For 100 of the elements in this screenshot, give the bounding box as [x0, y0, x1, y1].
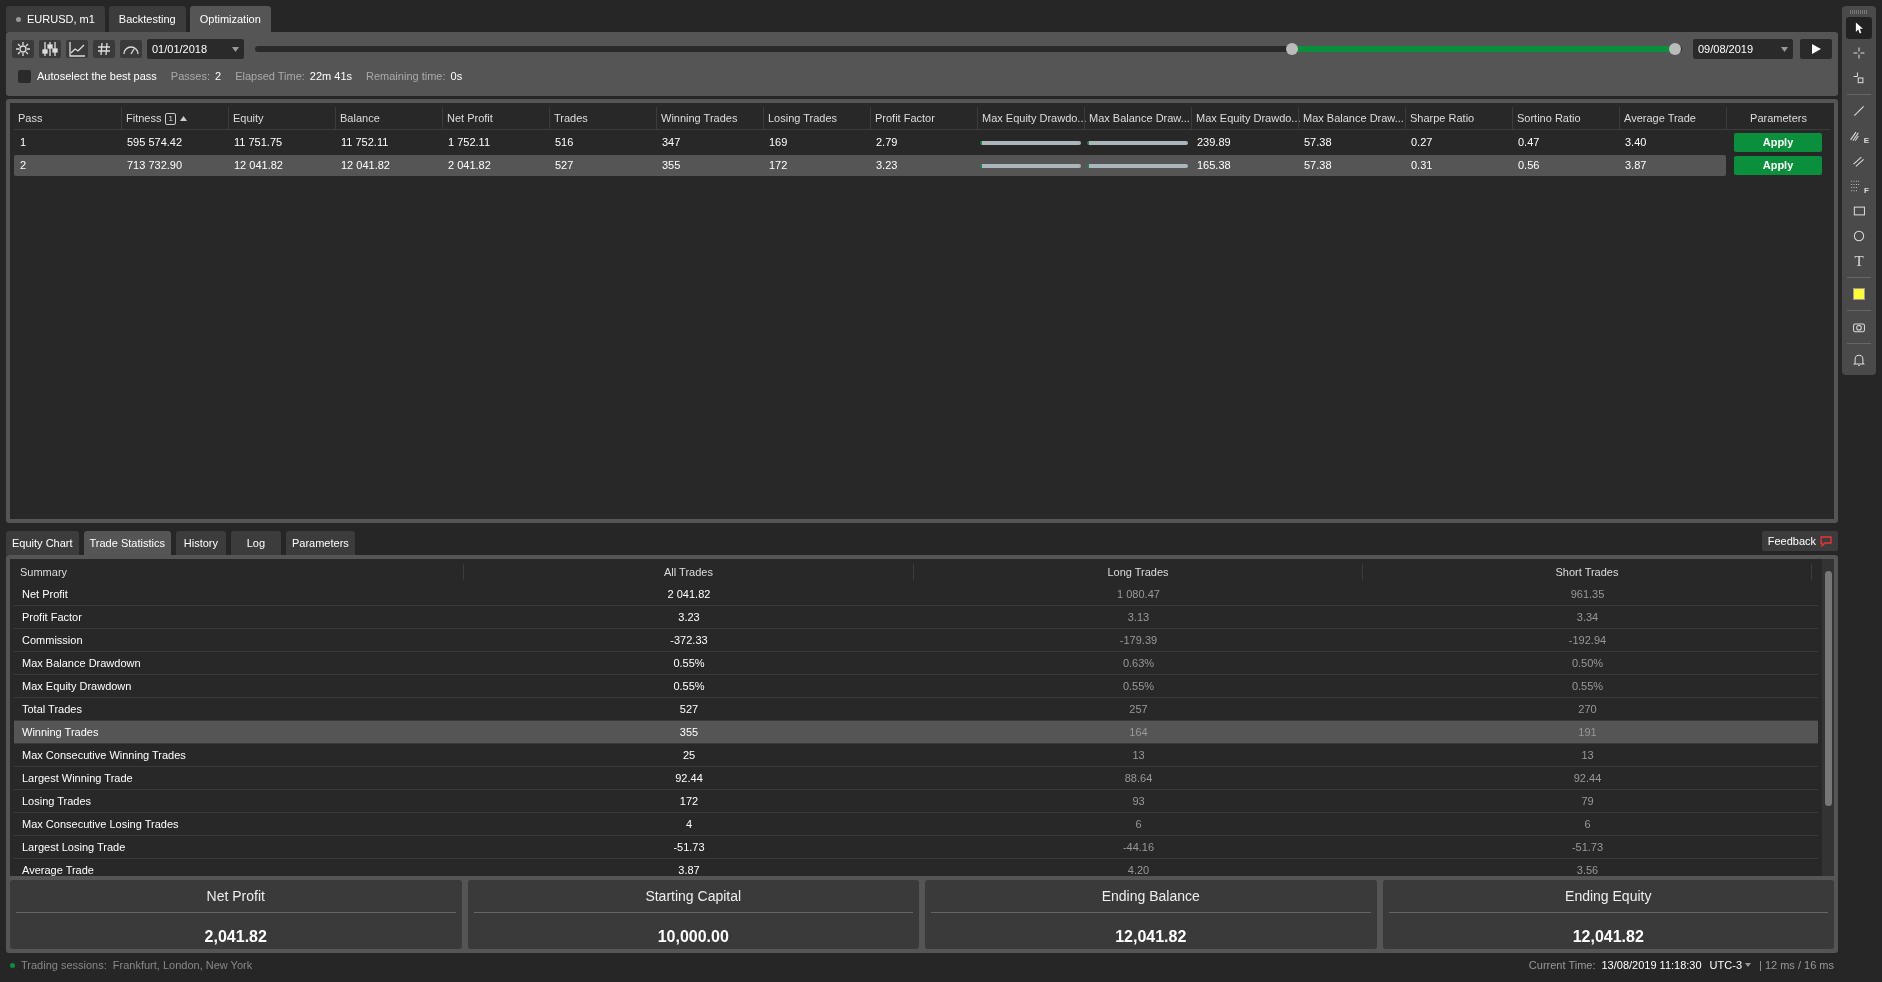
play-button[interactable] — [1800, 39, 1832, 59]
column-header[interactable]: Long Trades — [914, 564, 1363, 580]
table-cell-text: 3.87 — [677, 862, 701, 876]
column-header[interactable]: Max Equity Drawdo... — [982, 110, 1087, 127]
tool-glyph: E — [1863, 135, 1870, 147]
table-cell-text: 2 041.82 — [447, 158, 492, 174]
column-header[interactable]: Summary — [14, 564, 464, 580]
circle-icon — [1852, 229, 1866, 243]
table-row[interactable]: Commission -372.33 -179.39 -192.94 — [14, 629, 1818, 652]
table-row[interactable]: Max Consecutive Losing Trades 4 6 6 — [14, 813, 1818, 836]
table-cell-text: Largest Winning Trade — [21, 770, 134, 786]
tab[interactable]: Backtesting — [108, 6, 186, 32]
table-row[interactable]: Max Consecutive Winning Trades 25 13 13 — [14, 744, 1818, 767]
tool-button[interactable] — [1846, 17, 1872, 39]
column-header[interactable]: Balance — [340, 110, 380, 127]
table-cell-text: 164 — [1128, 724, 1149, 740]
table-row[interactable]: Losing Trades 172 93 79 — [14, 790, 1818, 813]
feedback-button[interactable]: Feedback — [1761, 531, 1838, 551]
column-header[interactable]: Sharpe Ratio — [1410, 110, 1475, 127]
date-value: 01/01/2018 — [152, 41, 208, 57]
table-cell-text: 1 — [19, 135, 28, 151]
column-header[interactable]: Profit Factor — [875, 110, 935, 127]
column-header[interactable]: All Trades — [464, 564, 914, 580]
card-value: 12,041.82 — [1115, 927, 1187, 947]
table-row[interactable]: Net Profit 2 041.82 1 080.47 961.35 — [14, 583, 1818, 606]
table-cell-text: Max Equity Drawdown — [21, 678, 133, 694]
table-cell-text: 355 — [661, 158, 682, 174]
slider-thumb[interactable] — [1668, 43, 1681, 55]
tab[interactable]: Equity Chart — [6, 531, 79, 555]
date-value: 09/08/2019 — [1698, 41, 1754, 57]
table-row[interactable]: Max Balance Drawdown 0.55% 0.63% 0.50% — [14, 652, 1818, 675]
slider-thumb[interactable] — [1286, 43, 1299, 55]
tab[interactable]: Log — [230, 531, 281, 555]
table-cell-text: 3.13 — [1126, 609, 1151, 625]
hash-icon — [95, 40, 113, 58]
range-track[interactable] — [255, 46, 1682, 52]
tool-button[interactable]: F — [1846, 175, 1872, 197]
table-row[interactable]: Max Equity Drawdown 0.55% 0.55% 0.55% — [14, 675, 1818, 698]
toolbar-button[interactable] — [12, 40, 34, 58]
status-label: Trading sessions: — [21, 957, 107, 973]
column-header[interactable]: Short Trades — [1363, 564, 1812, 580]
tab[interactable]: Parameters — [285, 531, 355, 555]
column-header[interactable]: Average Trade — [1624, 110, 1696, 127]
toolbar-button[interactable] — [93, 40, 115, 58]
column-header[interactable]: Parameters — [1726, 107, 1830, 130]
tab[interactable]: Optimization — [189, 6, 271, 32]
table-cell-text: 11 752.11 — [340, 135, 390, 151]
column-header[interactable]: Net Profit — [447, 110, 493, 127]
apply-button[interactable]: Apply — [1734, 156, 1822, 175]
table-cell-text: 165.38 — [1196, 158, 1232, 174]
card-title: Ending Equity — [1565, 887, 1652, 906]
date-field[interactable]: 09/08/2019 — [1693, 39, 1793, 59]
table-cell-text: 4 — [684, 816, 694, 832]
table-cell-text: 6 — [1134, 816, 1143, 832]
card-title: Net Profit — [206, 887, 265, 906]
column-header[interactable]: Max Equity Drawdo... — [1196, 110, 1301, 127]
toolbar-button[interactable] — [39, 40, 61, 58]
table-cell-text: 527 — [554, 158, 575, 174]
status-text: 13/08/2019 11:18:30 — [1601, 957, 1702, 973]
table-cell-text: 595 574.42 — [126, 135, 184, 151]
table-cell-text: 93 — [1131, 793, 1146, 809]
table-cell-text: 1 752.11 — [447, 135, 491, 151]
column-header[interactable]: Winning Trades — [661, 110, 738, 127]
table-cell-text: Max Balance Drawdown — [21, 655, 142, 671]
table-cell-text: 239.89 — [1196, 135, 1232, 151]
tool-button[interactable]: E — [1846, 125, 1872, 147]
table-row[interactable]: 1 595 574.42 11 751.75 11 752.11 1 752.11 516 347 169 2.79 239.89 57.38 0.27 0.47 3.40 — [14, 132, 1726, 153]
tab[interactable]: History — [175, 531, 226, 555]
table-cell-text: 3.23 — [875, 158, 899, 174]
caret-icon — [232, 46, 239, 52]
column-header[interactable]: Max Balance Draw... — [1089, 110, 1190, 127]
column-header[interactable]: Max Balance Draw... — [1303, 110, 1404, 127]
table-cell-text: 516 — [554, 135, 575, 151]
table-row[interactable]: Largest Winning Trade 92.44 88.64 92.44 — [14, 767, 1818, 790]
column-header[interactable]: Pass — [18, 110, 43, 127]
table-cell-text: -51.73 — [672, 839, 706, 855]
toolbar-button[interactable] — [120, 40, 142, 58]
column-header[interactable]: Equity — [233, 110, 264, 127]
tab[interactable]: EURUSD, m1 — [6, 6, 105, 32]
toolbar-button[interactable] — [66, 40, 88, 58]
checkbox[interactable] — [18, 69, 31, 83]
table-cell-text: Winning Trades — [21, 724, 100, 740]
timezone-selector[interactable]: UTC-3 — [1709, 956, 1751, 974]
column-header[interactable]: Trades — [554, 110, 588, 127]
table-row[interactable]: Winning Trades 355 164 191 — [14, 721, 1818, 744]
column-header[interactable]: Losing Trades — [768, 110, 838, 127]
scrollbar[interactable] — [1822, 559, 1834, 876]
tab[interactable]: Trade Statistics — [83, 531, 171, 555]
column-header[interactable]: Sortino Ratio — [1517, 110, 1581, 127]
date-field[interactable]: 01/01/2018 — [147, 39, 244, 59]
camera-icon — [1852, 320, 1866, 334]
table-cell-text: 3.87 — [1624, 158, 1648, 174]
table-cell-text: Largest Losing Trade — [21, 839, 127, 855]
table-row[interactable]: Profit Factor 3.23 3.13 3.34 — [14, 606, 1818, 629]
apply-button[interactable]: Apply — [1734, 133, 1822, 152]
table-cell-text: -179.39 — [1118, 632, 1159, 648]
tool-button[interactable]: T — [1846, 250, 1872, 272]
table-row[interactable]: Largest Losing Trade -51.73 -44.16 -51.73 — [14, 836, 1818, 859]
column-header[interactable]: Fitness — [126, 110, 162, 127]
table-row[interactable]: 2 713 732.90 12 041.82 12 041.82 2 041.82 527 355 172 3.23 165.38 57.38 0.31 0.56 3.87 — [14, 155, 1726, 176]
